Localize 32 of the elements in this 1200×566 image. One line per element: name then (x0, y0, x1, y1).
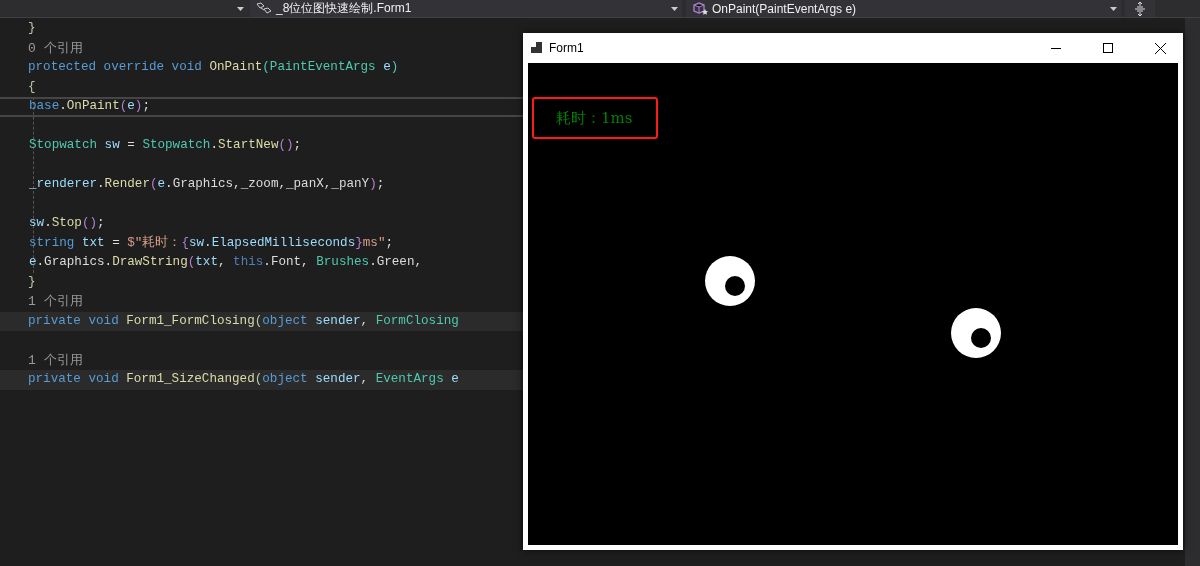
code-line: _renderer.Render(e.Graphics,_zoom,_panX,_panY); (29, 177, 385, 191)
timing-label: 耗时：1ms (532, 97, 658, 139)
method-dropdown[interactable]: OnPaint(PaintEventArgs e) (686, 0, 1121, 17)
minimize-icon (1051, 47, 1061, 49)
code-line: Stopwatch sw = Stopwatch.StartNew(); (29, 138, 302, 152)
split-icon (1134, 1, 1146, 16)
code-line: protected override void OnPaint(PaintEventArgs e) (28, 60, 399, 74)
code-line: { (28, 79, 36, 94)
caret-icon[interactable] (237, 7, 244, 11)
window-icon (531, 42, 543, 54)
ring-drawing (705, 256, 755, 306)
close-icon (1154, 42, 1166, 54)
code-line: private void Form1_FormClosing(object sender, FormClosing (28, 313, 459, 328)
class-icon (256, 1, 274, 16)
code-line: private void Form1_SizeChanged(object sender, EventArgs e (28, 372, 459, 386)
reference-count[interactable]: 0 个引用 (28, 40, 83, 56)
caret-icon (671, 7, 678, 11)
code-line: string txt = $"耗时：{sw.ElapsedMilliseconds}ms"; (29, 235, 394, 250)
split-button[interactable] (1125, 0, 1155, 17)
code-line: e.Graphics.DrawString(txt, this.Font, Brushes.Green, (29, 255, 423, 269)
caret-icon (1110, 7, 1117, 11)
code-line: } (28, 274, 36, 289)
ring-drawing (951, 308, 1001, 358)
window-title: Form1 (549, 41, 584, 55)
method-icon (692, 1, 710, 16)
code-line: base.OnPaint(e); (29, 99, 150, 113)
maximize-icon (1103, 43, 1113, 53)
reference-count[interactable]: 1 个引用 (28, 294, 83, 309)
class-dropdown[interactable]: _8位位图快速绘制.Form1 (250, 0, 682, 17)
code-line: } (28, 21, 36, 35)
code-line: sw.Stop(); (29, 216, 105, 230)
reference-count[interactable]: 1 个引用 (28, 352, 83, 368)
